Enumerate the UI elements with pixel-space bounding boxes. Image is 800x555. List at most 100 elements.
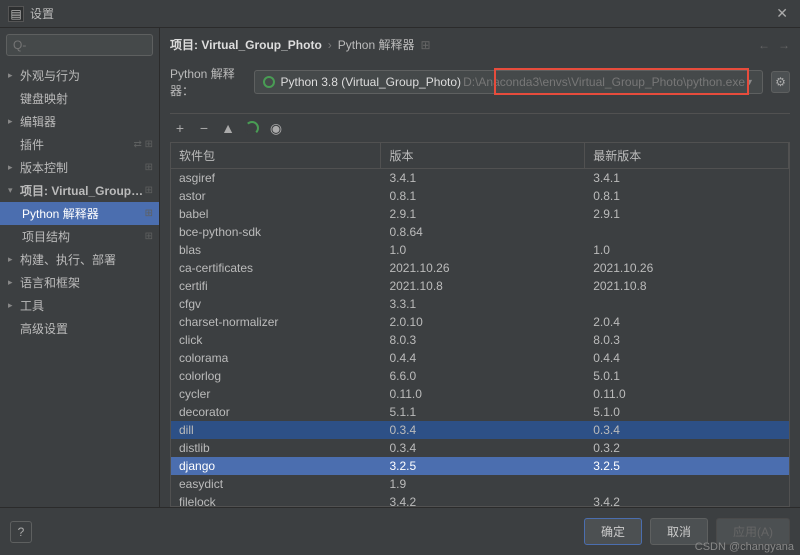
- close-icon[interactable]: ✕: [772, 5, 792, 22]
- table-row[interactable]: asgiref3.4.13.4.1: [171, 169, 789, 188]
- cell-latest: 5.0.1: [585, 367, 789, 385]
- sidebar-item[interactable]: 插件⇄ ⊞: [0, 133, 159, 156]
- eye-icon[interactable]: ◉: [266, 118, 286, 138]
- cell-package: blas: [171, 241, 381, 259]
- sidebar-item-label: 键盘映射: [20, 90, 153, 107]
- table-row[interactable]: astor0.8.10.8.1: [171, 187, 789, 205]
- interpreter-dropdown[interactable]: Python 3.8 (Virtual_Group_Photo) D:\Anac…: [254, 70, 763, 94]
- badge-icon: ⊞: [145, 208, 153, 219]
- sidebar-item[interactable]: ▾项目: Virtual_Group_Photo⊞: [0, 179, 159, 202]
- package-table: 软件包 版本 最新版本 asgiref3.4.13.4.1astor0.8.10…: [171, 143, 789, 507]
- sidebar-item[interactable]: ▸外观与行为: [0, 64, 159, 87]
- search-box[interactable]: [6, 34, 153, 56]
- table-row[interactable]: babel2.9.12.9.1: [171, 205, 789, 223]
- sidebar-item-label: 外观与行为: [20, 67, 153, 84]
- remove-button[interactable]: −: [194, 118, 214, 138]
- cell-version: 1.9: [381, 475, 585, 493]
- cell-package: charset-normalizer: [171, 313, 381, 331]
- cell-latest: 8.0.3: [585, 331, 789, 349]
- sidebar-item-label: 编辑器: [20, 113, 153, 130]
- badge-icon: ⊞: [145, 185, 153, 196]
- badge-icon: ⊞: [421, 38, 431, 52]
- cell-version: 3.3.1: [381, 295, 585, 313]
- refresh-button[interactable]: [242, 118, 262, 138]
- table-row[interactable]: django3.2.53.2.5: [171, 457, 789, 475]
- table-row[interactable]: click8.0.38.0.3: [171, 331, 789, 349]
- arrow-icon: ▸: [8, 162, 18, 173]
- cell-version: 0.4.4: [381, 349, 585, 367]
- cell-version: 6.6.0: [381, 367, 585, 385]
- sidebar-item[interactable]: 高级设置: [0, 317, 159, 340]
- cell-package: ca-certificates: [171, 259, 381, 277]
- cell-version: 1.0: [381, 241, 585, 259]
- col-latest[interactable]: 最新版本: [585, 143, 789, 169]
- cell-package: filelock: [171, 493, 381, 507]
- cell-latest: 0.4.4: [585, 349, 789, 367]
- main-panel: 项目: Virtual_Group_Photo › Python 解释器 ⊞ ←…: [160, 28, 800, 507]
- arrow-icon: ▸: [8, 277, 18, 288]
- package-table-wrap[interactable]: 软件包 版本 最新版本 asgiref3.4.13.4.1astor0.8.10…: [170, 142, 790, 507]
- arrow-icon: ▸: [8, 254, 18, 265]
- table-row[interactable]: charset-normalizer2.0.102.0.4: [171, 313, 789, 331]
- table-row[interactable]: cfgv3.3.1: [171, 295, 789, 313]
- col-version[interactable]: 版本: [381, 143, 585, 169]
- breadcrumb-page: Python 解释器: [338, 36, 415, 53]
- cell-latest: [585, 223, 789, 241]
- sidebar-item[interactable]: Python 解释器⊞: [0, 202, 159, 225]
- cell-version: 0.11.0: [381, 385, 585, 403]
- arrow-icon: ▸: [8, 70, 18, 81]
- sidebar-item[interactable]: ▸编辑器: [0, 110, 159, 133]
- cell-latest: 0.3.4: [585, 421, 789, 439]
- table-row[interactable]: certifi2021.10.82021.10.8: [171, 277, 789, 295]
- upgrade-button[interactable]: ▲: [218, 118, 238, 138]
- table-row[interactable]: colorlog6.6.05.0.1: [171, 367, 789, 385]
- sidebar-item[interactable]: ▸语言和框架: [0, 271, 159, 294]
- arrow-icon: ▸: [8, 116, 18, 127]
- cell-version: 5.1.1: [381, 403, 585, 421]
- table-row[interactable]: decorator5.1.15.1.0: [171, 403, 789, 421]
- cell-package: certifi: [171, 277, 381, 295]
- dialog-footer: ? 确定 取消 应用(A): [0, 507, 800, 555]
- cell-latest: 5.1.0: [585, 403, 789, 421]
- cell-version: 0.3.4: [381, 439, 585, 457]
- table-row[interactable]: distlib0.3.40.3.2: [171, 439, 789, 457]
- cell-version: 0.3.4: [381, 421, 585, 439]
- cell-latest: 0.8.1: [585, 187, 789, 205]
- table-row[interactable]: easydict1.9: [171, 475, 789, 493]
- sidebar-item-label: 项目: Virtual_Group_Photo: [20, 182, 145, 199]
- cell-package: easydict: [171, 475, 381, 493]
- badge-icon: ⊞: [145, 162, 153, 173]
- table-row[interactable]: blas1.01.0: [171, 241, 789, 259]
- help-icon[interactable]: ?: [10, 521, 32, 543]
- table-row[interactable]: colorama0.4.40.4.4: [171, 349, 789, 367]
- cell-version: 2.9.1: [381, 205, 585, 223]
- cell-latest: 3.4.2: [585, 493, 789, 507]
- sidebar-item-label: 构建、执行、部署: [20, 251, 153, 268]
- sidebar-item[interactable]: ▸版本控制⊞: [0, 156, 159, 179]
- sidebar-item[interactable]: ▸工具: [0, 294, 159, 317]
- cell-package: distlib: [171, 439, 381, 457]
- chevron-down-icon: ▼: [745, 77, 754, 87]
- table-row[interactable]: filelock3.4.23.4.2: [171, 493, 789, 507]
- add-button[interactable]: +: [170, 118, 190, 138]
- sidebar-item-label: 工具: [20, 297, 153, 314]
- forward-icon[interactable]: →: [778, 38, 790, 52]
- table-row[interactable]: dill0.3.40.3.4: [171, 421, 789, 439]
- table-row[interactable]: ca-certificates2021.10.262021.10.26: [171, 259, 789, 277]
- cell-package: babel: [171, 205, 381, 223]
- search-input[interactable]: [13, 38, 146, 52]
- cell-package: cfgv: [171, 295, 381, 313]
- cell-latest: 3.2.5: [585, 457, 789, 475]
- table-row[interactable]: cycler0.11.00.11.0: [171, 385, 789, 403]
- sidebar-item[interactable]: 项目结构⊞: [0, 225, 159, 248]
- ok-button[interactable]: 确定: [584, 518, 642, 545]
- back-icon[interactable]: ←: [758, 38, 770, 52]
- gear-icon[interactable]: ⚙: [771, 71, 790, 93]
- table-row[interactable]: bce-python-sdk0.8.64: [171, 223, 789, 241]
- settings-tree: ▸外观与行为键盘映射▸编辑器插件⇄ ⊞▸版本控制⊞▾项目: Virtual_Gr…: [0, 62, 159, 507]
- cell-package: colorama: [171, 349, 381, 367]
- col-package[interactable]: 软件包: [171, 143, 381, 169]
- sidebar-item[interactable]: 键盘映射: [0, 87, 159, 110]
- cell-package: bce-python-sdk: [171, 223, 381, 241]
- sidebar-item[interactable]: ▸构建、执行、部署: [0, 248, 159, 271]
